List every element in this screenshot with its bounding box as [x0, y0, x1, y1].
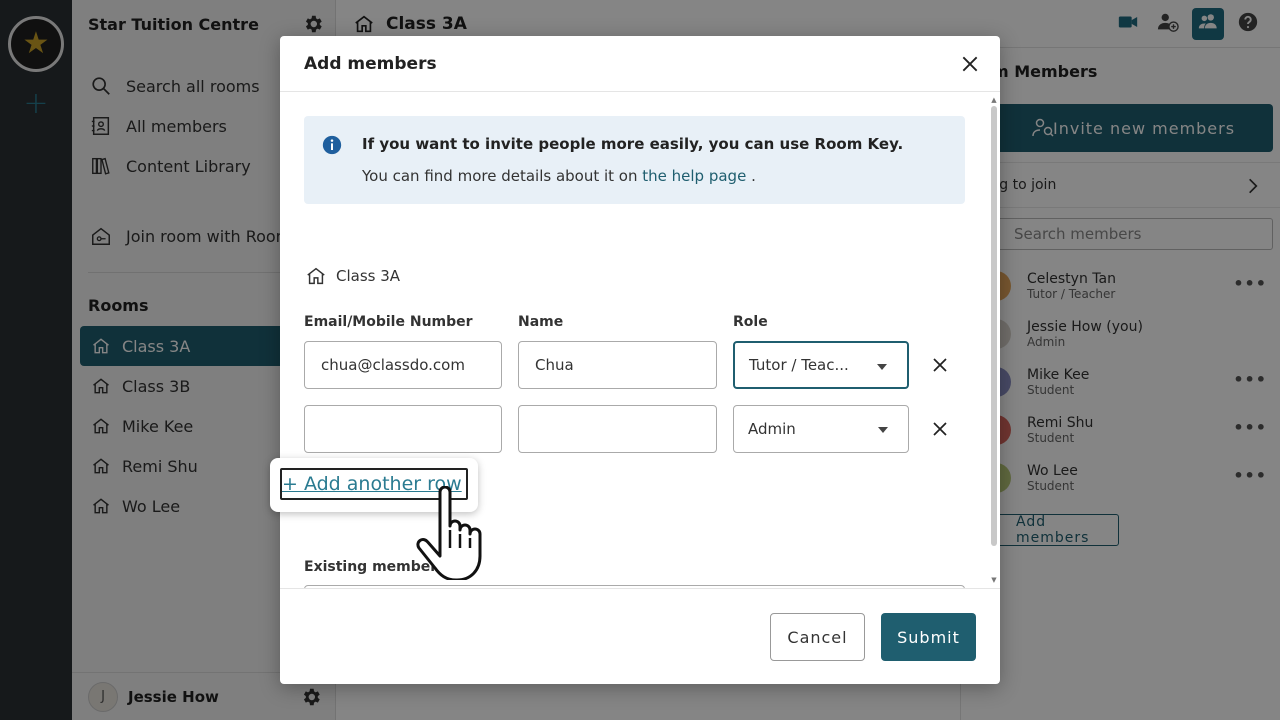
info-text-suffix: . — [746, 167, 756, 185]
dialog-header: Add members — [280, 36, 1000, 92]
room-key-info-banner: If you want to invite people more easily… — [304, 116, 965, 204]
email-column-header: Email/Mobile Number — [304, 314, 473, 330]
scroll-up-arrow-icon[interactable]: ▲ — [990, 96, 998, 104]
hand-pointer-cursor-icon — [416, 486, 482, 580]
add-members-dialog: Add members ▲ ▼ If you want to invite pe… — [280, 36, 1000, 684]
dialog-room: Class 3A — [304, 264, 400, 288]
role-select[interactable]: Tutor / Teac... — [733, 341, 909, 389]
dialog-footer: Cancel Submit — [280, 588, 1000, 684]
name-field[interactable]: Chua — [518, 341, 717, 389]
dialog-title: Add members — [304, 54, 437, 74]
role-column-header: Role — [733, 314, 768, 330]
email-field[interactable] — [304, 405, 502, 453]
info-text-prefix: You can find more details about it on — [362, 167, 643, 185]
home-icon — [304, 264, 328, 288]
info-text: You can find more details about it on th… — [362, 167, 756, 185]
dialog-room-label: Class 3A — [336, 267, 401, 285]
dialog-body: ▲ ▼ If you want to invite people more ea… — [280, 92, 1000, 588]
scroll-down-arrow-icon[interactable]: ▼ — [990, 576, 998, 584]
help-page-link[interactable]: the help page — [642, 167, 746, 185]
scrollbar[interactable]: ▲ ▼ — [990, 96, 998, 584]
cancel-button[interactable]: Cancel — [770, 613, 865, 661]
close-icon[interactable] — [958, 52, 982, 76]
remove-row-close-icon[interactable] — [928, 417, 952, 441]
name-field[interactable] — [518, 405, 717, 453]
remove-row-close-icon[interactable] — [928, 353, 952, 377]
info-title: If you want to invite people more easily… — [362, 135, 904, 153]
role-select-value: Admin — [748, 420, 796, 438]
dropdown-caret-icon — [877, 364, 887, 370]
email-field[interactable]: chua@classdo.com — [304, 341, 502, 389]
dropdown-caret-icon — [878, 427, 888, 433]
scroll-thumb[interactable] — [991, 106, 997, 546]
name-column-header: Name — [518, 314, 564, 330]
info-icon — [322, 135, 342, 155]
submit-button[interactable]: Submit — [881, 613, 976, 661]
role-select[interactable]: Admin — [733, 405, 909, 453]
role-select-value: Tutor / Teac... — [749, 356, 849, 374]
